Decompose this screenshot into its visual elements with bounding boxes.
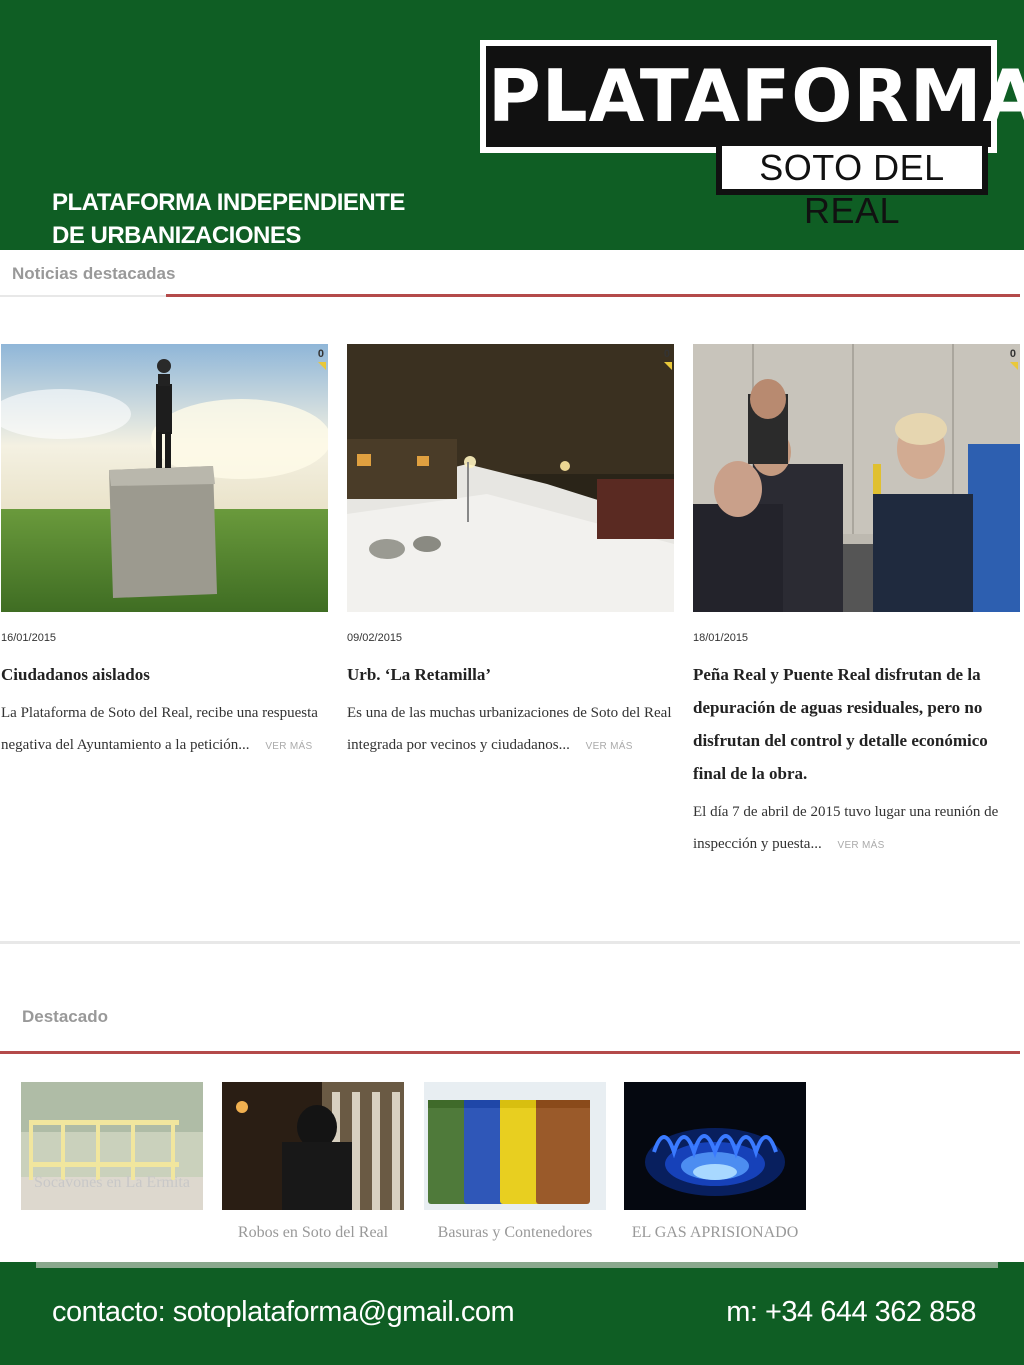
- comment-icon: [1010, 362, 1018, 370]
- logo-subtitle: SOTO DEL REAL: [759, 147, 945, 231]
- site-logo[interactable]: PLATAFORMA: [480, 40, 1024, 153]
- comment-count[interactable]: 0: [1010, 348, 1016, 360]
- news-section-rule: [166, 294, 1020, 297]
- news-section-rule-left: [0, 295, 166, 297]
- read-more-link[interactable]: VER MÁS: [837, 840, 884, 851]
- featured-item[interactable]: Basuras y Contenedores: [424, 1082, 606, 1242]
- news-image-snowy-street[interactable]: 0: [347, 344, 674, 612]
- featured-label: EL GAS APRISIONADO: [631, 1224, 799, 1241]
- news-card: 0 18/01/2015 Peña Real y Puente Real dis…: [693, 344, 1023, 862]
- article-excerpt: El día 7 de abril de 2015 tuvo lugar una…: [693, 796, 1023, 862]
- article-title[interactable]: Ciudadanos aislados: [1, 658, 331, 691]
- footer-accent-line: [36, 1262, 998, 1268]
- featured-section-rule: [0, 1051, 1020, 1054]
- article-title[interactable]: Peña Real y Puente Real disfrutan de la …: [693, 658, 1023, 790]
- featured-item[interactable]: Socavones en La Ermita: [21, 1082, 203, 1210]
- featured-label: Robos en Soto del Real: [237, 1224, 389, 1241]
- article-date: 18/01/2015: [693, 632, 749, 644]
- comment-count[interactable]: 0: [318, 348, 324, 360]
- featured-image-bins: [424, 1082, 606, 1210]
- featured-image-gas-flame: [624, 1082, 806, 1210]
- news-section-title: Noticias destacadas: [12, 264, 176, 283]
- news-image-businessman[interactable]: 0: [1, 344, 328, 612]
- contact-phone[interactable]: m: +34 644 362 858: [726, 1296, 976, 1329]
- read-more-link[interactable]: VER MÁS: [586, 741, 633, 752]
- news-image-inspection-meeting[interactable]: 0: [693, 344, 1020, 612]
- featured-image-burglar: [222, 1082, 404, 1210]
- article-title[interactable]: Urb. ‘La Retamilla’: [347, 658, 677, 691]
- featured-section-title: Destacado: [22, 1007, 108, 1026]
- logo-subtitle-box[interactable]: SOTO DEL REAL: [716, 140, 988, 231]
- section-divider: [0, 941, 1020, 944]
- news-card: 0 09/02/2015 Urb. ‘La Retamilla’ Es una …: [347, 344, 677, 763]
- featured-label: Socavones en La Ermita: [34, 1174, 190, 1191]
- featured-item[interactable]: Robos en Soto del Real: [222, 1082, 404, 1242]
- contact-email[interactable]: contacto: sotoplataforma@gmail.com: [52, 1296, 515, 1329]
- read-more-link[interactable]: VER MÁS: [265, 741, 312, 752]
- comment-icon: [664, 362, 672, 370]
- logo-title: PLATAFORMA: [488, 54, 1024, 138]
- article-excerpt: Es una de las muchas urbanizaciones de S…: [347, 697, 677, 763]
- featured-item[interactable]: EL GAS APRISIONADO: [624, 1082, 806, 1242]
- article-excerpt: La Plataforma de Soto del Real, recibe u…: [1, 697, 331, 763]
- news-card: 0 16/01/2015 Ciudadanos aislados La Plat…: [1, 344, 331, 763]
- tagline-line-2: DE URBANIZACIONES: [52, 222, 301, 249]
- comment-icon: [318, 362, 326, 370]
- comment-count[interactable]: 0: [664, 348, 670, 360]
- article-date: 16/01/2015: [1, 632, 57, 644]
- article-date: 09/02/2015: [347, 632, 403, 644]
- tagline-line-1: PLATAFORMA INDEPENDIENTE: [52, 189, 405, 216]
- site-tagline: PLATAFORMA INDEPENDIENTE DE URBANIZACION…: [52, 186, 405, 252]
- featured-label: Basuras y Contenedores: [437, 1224, 593, 1241]
